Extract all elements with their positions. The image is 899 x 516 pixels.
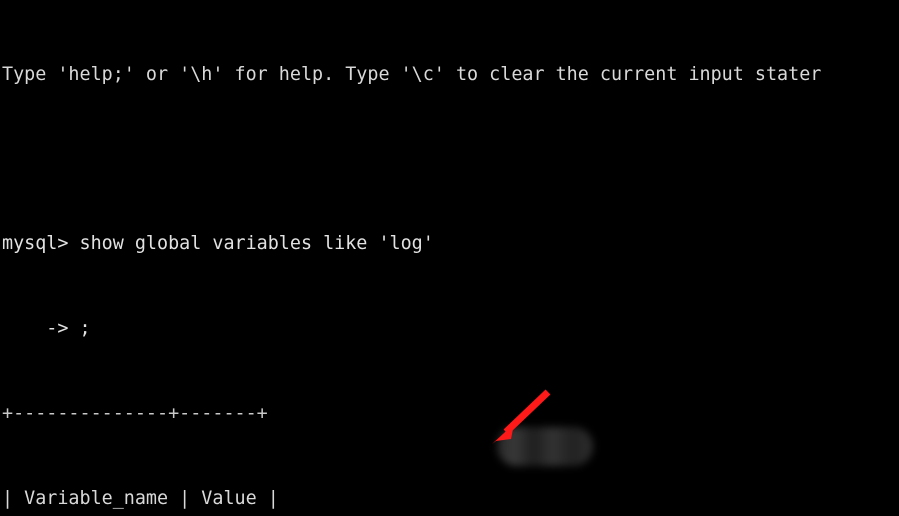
command-line-1: mysql> show global variables like 'log'	[2, 233, 434, 255]
terminal-output-area[interactable]: Type 'help;' or '\h' for help. Type '\c'…	[2, 4, 899, 516]
help-hint-line: Type 'help;' or '\h' for help. Type '\c'…	[2, 63, 822, 85]
table1-header-row: | Variable_name | Value |	[2, 488, 279, 510]
continuation-line: -> ;	[2, 318, 91, 340]
table1-top-border: +--------------+-------+	[2, 403, 268, 425]
mysql-terminal-window[interactable]: Type 'help;' or '\h' for help. Type '\c'…	[0, 0, 899, 516]
